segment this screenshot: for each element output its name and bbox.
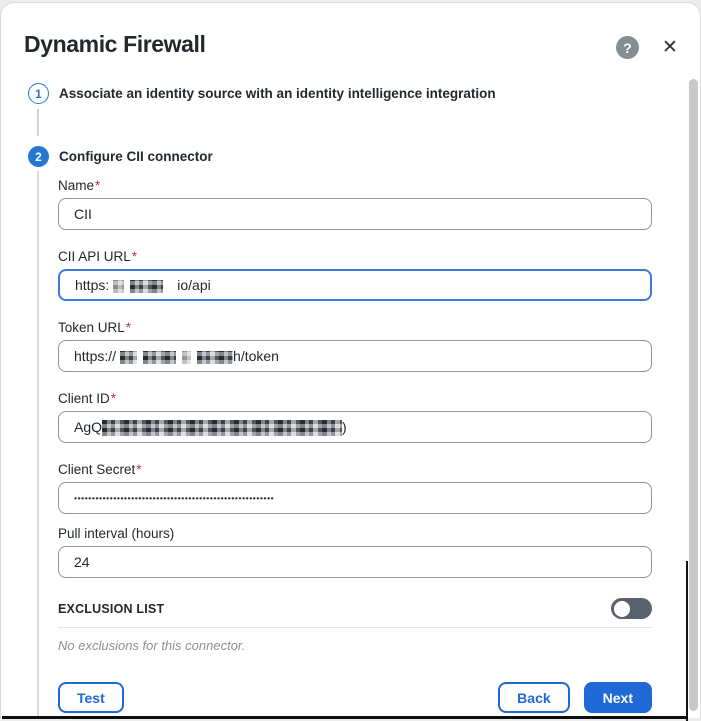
redaction-block [143,351,176,364]
step-2[interactable]: 2 Configure CII connector [28,146,213,167]
close-glyph: ✕ [662,36,678,59]
exclusion-list-label: EXCLUSION LIST [58,602,164,616]
next-button-label: Next [603,690,633,706]
exclusion-list-row: EXCLUSION LIST [58,598,652,619]
exclusion-list-toggle[interactable] [611,598,652,619]
token-url-prefix: https:// [74,348,116,364]
step-2-number: 2 [28,146,49,167]
required-asterisk: * [132,249,137,264]
dynamic-firewall-dialog: Dynamic Firewall ? ✕ 1 Associate an iden… [0,2,701,718]
close-icon[interactable]: ✕ [657,34,683,60]
token-url-suffix: h/token [233,348,279,364]
redaction-block [113,280,124,293]
test-button[interactable]: Test [58,682,124,713]
api-url-suffix: io/api [177,277,210,293]
back-button[interactable]: Back [498,682,569,713]
field-client-secret: Client Secret* •••••••••••••••••••••••••… [58,463,652,514]
step-connector-line [37,109,39,136]
step-2-label: Configure CII connector [59,149,213,164]
redaction-block [182,351,191,364]
next-button[interactable]: Next [584,682,652,713]
name-input[interactable]: CII [58,198,652,230]
step-1[interactable]: 1 Associate an identity source with an i… [28,83,496,104]
client-id-input[interactable]: AgQ) [58,411,652,443]
name-value: CII [74,206,92,222]
field-pull-interval: Pull interval (hours) 24 [58,527,652,578]
field-api-url: CII API URL* https: io/api [58,250,652,301]
help-icon[interactable]: ? [616,36,639,59]
name-label: Name* [58,179,652,193]
token-url-input[interactable]: https:// h/token [58,340,652,372]
back-button-label: Back [517,690,550,706]
required-asterisk: * [126,320,131,335]
step-rail-line [37,171,39,718]
page-title: Dynamic Firewall [24,31,206,58]
client-id-suffix: ) [342,419,347,435]
required-asterisk: * [95,178,100,193]
redaction-block [102,420,342,436]
required-asterisk: * [111,391,116,406]
toggle-knob [614,601,630,617]
api-url-label-text: CII API URL [58,249,131,264]
window-right-edge [686,561,688,721]
redaction-block [120,351,137,364]
api-url-input[interactable]: https: io/api [58,269,652,301]
step-1-number: 1 [28,83,49,104]
step-1-label: Associate an identity source with an ide… [59,86,496,101]
field-client-id: Client ID* AgQ) [58,392,652,443]
help-glyph: ? [623,40,632,56]
client-id-label: Client ID* [58,392,652,406]
scrollbar-thumb[interactable] [689,79,698,711]
field-name: Name* CII [58,179,652,230]
client-secret-input[interactable]: ••••••••••••••••••••••••••••••••••••••••… [58,482,652,514]
pull-interval-label: Pull interval (hours) [58,527,652,541]
token-url-label-text: Token URL [58,320,125,335]
redaction-block [130,280,163,293]
divider [58,627,652,628]
required-asterisk: * [136,462,141,477]
configure-cii-form: Name* CII CII API URL* https:io/api Toke… [58,179,652,713]
client-id-prefix: AgQ [74,419,102,435]
pull-interval-value: 24 [74,554,90,570]
api-url-label: CII API URL* [58,250,652,264]
pull-interval-input[interactable]: 24 [58,546,652,578]
client-id-label-text: Client ID [58,391,110,406]
footer-actions: Test Back Next [58,682,652,713]
redaction-block [197,351,233,364]
name-label-text: Name [58,178,94,193]
client-secret-label: Client Secret* [58,463,652,477]
test-button-label: Test [77,690,105,706]
field-token-url: Token URL* https:// h/token [58,321,652,372]
token-url-label: Token URL* [58,321,652,335]
exclusion-empty-text: No exclusions for this connector. [58,639,652,653]
client-secret-masked-value: ••••••••••••••••••••••••••••••••••••••••… [74,493,274,503]
pull-interval-label-text: Pull interval (hours) [58,526,174,541]
client-secret-label-text: Client Secret [58,462,135,477]
api-url-prefix: https: [75,277,109,293]
